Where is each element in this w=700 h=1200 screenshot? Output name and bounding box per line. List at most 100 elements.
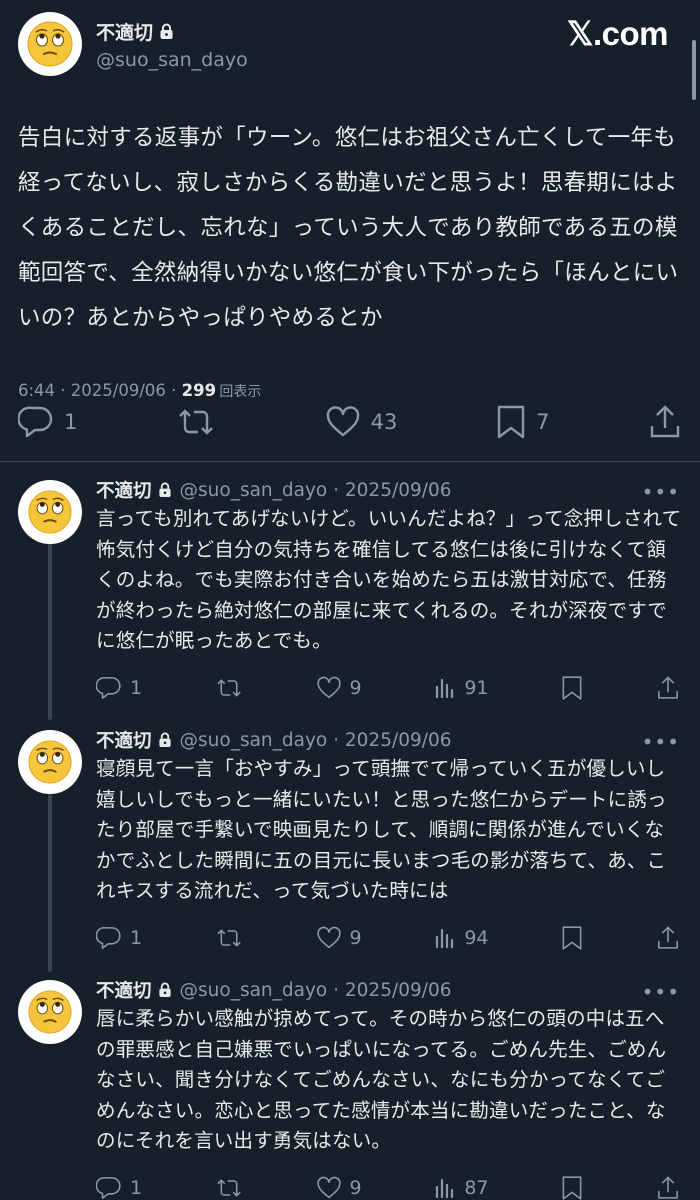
tweet-actions: 1 43 7 [18, 404, 682, 440]
retweet-icon [179, 409, 213, 435]
display-name-text: 不適切 [96, 731, 152, 752]
bookmark-icon [497, 405, 525, 439]
display-name-text: 不適切 [96, 481, 152, 502]
avatar[interactable] [18, 980, 82, 1044]
reply-icon [96, 676, 121, 699]
reply-button[interactable]: 1 [18, 405, 77, 439]
author-names: 不適切 @suo_san_dayo [96, 18, 248, 71]
bookmark-button[interactable]: 7 [496, 404, 549, 440]
reply-text: 唇に柔らかい感触が掠めてって。その時から悠仁の頭の中は五への罪悪感と自己嫌悪でい… [96, 1007, 667, 1152]
like-button[interactable]: 9 [316, 926, 362, 950]
reply-count: 1 [130, 926, 143, 949]
share-icon [658, 925, 678, 949]
share-button[interactable] [648, 404, 682, 440]
bookmark-count: 7 [535, 410, 550, 434]
retweet-button[interactable] [215, 926, 243, 950]
bookmark-icon [562, 675, 582, 700]
more-options-icon[interactable]: ••• [642, 730, 680, 754]
view-count: 91 [464, 676, 489, 699]
bookmark-icon [562, 1175, 582, 1200]
reply-header: 不適切 @suo_san_dayo · 2025/09/06 [96, 712, 682, 753]
bookmark-button[interactable] [561, 675, 583, 701]
view-count: 299 [181, 381, 217, 400]
reply-display-name[interactable]: 不適切 [96, 477, 172, 503]
reply-text: 言っても別れてあげないけど。いいんだよね？」って念押しされて怖気付くけど自分の気… [96, 507, 682, 652]
lock-icon [158, 982, 171, 997]
share-icon [650, 405, 680, 438]
avatar[interactable] [18, 730, 82, 794]
views-button[interactable]: 87 [434, 1176, 489, 1199]
display-name-text: 不適切 [96, 981, 152, 1002]
like-count: 9 [349, 926, 362, 949]
lock-icon [158, 732, 171, 747]
like-button[interactable]: 9 [316, 676, 362, 700]
retweet-icon [217, 678, 241, 697]
share-button[interactable] [656, 1175, 680, 1200]
reply-icon [18, 406, 53, 438]
reply-icon [96, 926, 121, 949]
heart-icon [326, 406, 359, 437]
retweet-button[interactable] [215, 1176, 243, 1200]
bar-chart-icon [436, 1178, 454, 1198]
retweet-button[interactable] [176, 406, 226, 438]
bookmark-button[interactable] [561, 1175, 583, 1200]
reply-icon [96, 1176, 121, 1199]
reply-header: 不適切 @suo_san_dayo · 2025/09/06 [96, 462, 682, 503]
display-name-text: 不適切 [96, 21, 154, 44]
eye-roll-emoji-icon [28, 990, 72, 1034]
reply-button[interactable]: 1 [96, 1175, 142, 1200]
reply-handle-date[interactable]: @suo_san_dayo · 2025/09/06 [180, 480, 452, 501]
author-handle[interactable]: @suo_san_dayo [96, 49, 248, 71]
heart-icon [316, 676, 341, 698]
bookmark-icon [562, 925, 582, 950]
lock-icon [160, 23, 173, 39]
tweet-timestamp[interactable]: 6:44 · 2025/09/06 · [18, 381, 182, 400]
views-button[interactable]: 94 [434, 926, 489, 949]
reply-tweet[interactable]: 不適切 @suo_san_dayo · 2025/09/06 ••• 唇に柔らか… [0, 962, 700, 1200]
eye-roll-emoji-icon [28, 740, 72, 784]
tweet-meta: 6:44 · 2025/09/06 · 299 回表示 [18, 381, 682, 401]
like-count: 43 [370, 410, 398, 434]
share-button[interactable] [656, 675, 680, 701]
like-button[interactable]: 43 [325, 406, 398, 438]
reply-handle-date[interactable]: @suo_san_dayo · 2025/09/06 [180, 730, 452, 751]
heart-icon [316, 1176, 341, 1198]
avatar[interactable] [18, 480, 82, 544]
reply-display-name[interactable]: 不適切 [96, 727, 172, 753]
retweet-button[interactable] [215, 676, 243, 700]
reply-display-name[interactable]: 不適切 [96, 977, 172, 1003]
avatar[interactable] [18, 12, 82, 76]
reply-text: 寝顔見て一言「おやすみ」って頭撫でて帰っていく五が優しいし嬉しいしでもっと一緒に… [96, 757, 667, 902]
reply-actions: 1 9 87 [96, 1175, 682, 1200]
share-button[interactable] [656, 925, 680, 951]
bar-chart-icon [436, 678, 454, 698]
reply-header: 不適切 @suo_san_dayo · 2025/09/06 [96, 962, 682, 1003]
lock-icon [158, 482, 171, 497]
more-options-icon[interactable]: ••• [642, 980, 680, 1004]
share-icon [658, 675, 678, 699]
eye-roll-emoji-icon [28, 490, 72, 534]
reply-button[interactable]: 1 [96, 925, 142, 951]
heart-icon [316, 926, 341, 948]
tweet-text: 告白に対する返事が「ウーン。悠仁はお祖父さん亡くして一年も経ってないし、寂しさか… [18, 125, 679, 331]
like-button[interactable]: 9 [316, 1176, 362, 1200]
reply-handle-date[interactable]: @suo_san_dayo · 2025/09/06 [180, 980, 452, 1001]
reply-count: 1 [64, 410, 78, 434]
reply-count: 1 [130, 676, 143, 699]
reply-count: 1 [130, 1176, 143, 1199]
retweet-icon [217, 928, 241, 947]
bookmark-button[interactable] [561, 925, 583, 951]
view-count-label: 回表示 [219, 384, 262, 400]
more-options-icon[interactable]: ••• [642, 480, 680, 504]
reply-actions: 1 9 91 [96, 675, 682, 701]
brand-logo: 𝕏.com [566, 15, 669, 52]
bar-chart-icon [436, 928, 454, 948]
views-button[interactable]: 91 [434, 676, 489, 699]
author-display-name[interactable]: 不適切 [96, 18, 248, 45]
reply-button[interactable]: 1 [96, 675, 142, 701]
view-count: 94 [464, 926, 489, 949]
reply-tweet[interactable]: 不適切 @suo_san_dayo · 2025/09/06 ••• 言っても別… [0, 462, 700, 712]
view-count: 87 [464, 1176, 489, 1199]
reply-tweet[interactable]: 不適切 @suo_san_dayo · 2025/09/06 ••• 寝顔見て一… [0, 712, 700, 962]
main-tweet: 不適切 @suo_san_dayo 𝕏.com 告白に対する返事が「ウーン。悠仁… [0, 0, 700, 462]
